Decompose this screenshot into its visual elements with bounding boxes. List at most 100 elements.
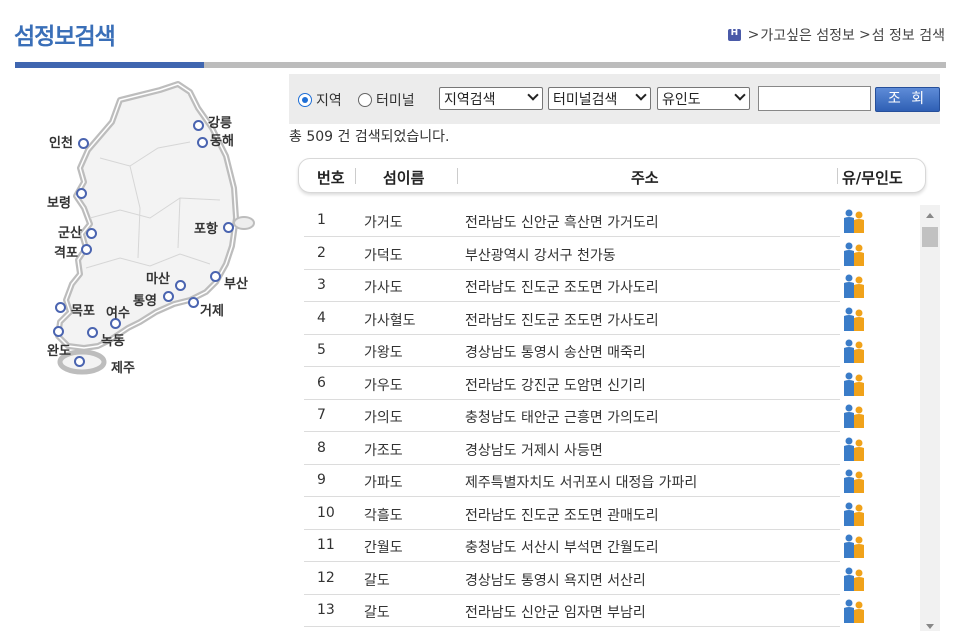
island-name-link[interactable]: 가거도	[364, 212, 403, 232]
region-select[interactable]: 지역검색	[439, 87, 543, 110]
map-label-busan[interactable]: 부산	[224, 273, 248, 292]
island-name-link[interactable]: 갈도	[364, 570, 390, 590]
scroll-down-icon[interactable]	[926, 624, 934, 629]
inhabited-icon	[841, 209, 867, 233]
map-pin-donghae[interactable]	[197, 137, 208, 148]
table-row[interactable]: 6 가우도 전라남도 강진군 도암면 신기리	[304, 368, 840, 400]
inhabited-icon	[841, 534, 867, 558]
scrollbar[interactable]	[920, 205, 940, 631]
map-pin-busan[interactable]	[210, 271, 221, 282]
table-row[interactable]: 7 가의도 충청남도 태안군 근흥면 가의도리	[304, 400, 840, 432]
table-row[interactable]: 10 각흘도 전라남도 진도군 조도면 관매도리	[304, 498, 840, 530]
table-row[interactable]: 4 가사혈도 전라남도 진도군 조도면 가사도리	[304, 303, 840, 335]
inhabited-select[interactable]: 유인도	[657, 87, 750, 110]
map-label-pohang[interactable]: 포항	[194, 218, 218, 237]
home-icon[interactable]	[727, 28, 741, 41]
island-name-link[interactable]: 가사도	[364, 277, 403, 297]
column-divider	[355, 168, 356, 184]
row-number: 2	[317, 244, 326, 261]
map-pin-tongyeong[interactable]	[163, 291, 174, 302]
map-pin-boryeong[interactable]	[76, 188, 87, 199]
island-name-link[interactable]: 가덕도	[364, 245, 403, 265]
map-label-geoje[interactable]: 거제	[200, 300, 224, 319]
row-number: 11	[317, 537, 335, 553]
island-name-link[interactable]: 갈도	[364, 602, 390, 622]
island-address: 경상남도 통영시 욕지면 서산리	[465, 572, 646, 589]
row-number: 8	[317, 439, 326, 456]
map-label-incheon[interactable]: 인천	[49, 132, 73, 151]
result-list[interactable]: 1 가거도 전라남도 신안군 흑산면 가거도리 2 가덕도 부산광역시 강서구 천가동 3 가…	[304, 205, 940, 631]
inhabited-icon	[841, 502, 867, 526]
breadcrumb-item-island-info[interactable]: 가고싶은 섬정보	[760, 25, 855, 45]
table-row[interactable]: 3 가사도 전라남도 진도군 조도면 가사도리	[304, 270, 840, 302]
search-button[interactable]: 조 회	[875, 87, 940, 112]
radio-terminal-dot[interactable]	[358, 93, 372, 107]
map-pin-incheon[interactable]	[78, 138, 89, 149]
table-row[interactable]: 9 가파도 제주특별자치도 서귀포시 대정읍 가파리	[304, 465, 840, 497]
row-number: 12	[317, 569, 335, 586]
island-name-link[interactable]: 가왕도	[364, 342, 403, 362]
table-row[interactable]: 11 간월도 충청남도 서산시 부석면 간월도리	[304, 530, 840, 562]
row-number: 10	[317, 504, 335, 521]
radio-terminal[interactable]: 터미널	[358, 90, 415, 110]
radio-region[interactable]: 지역	[298, 90, 342, 110]
inhabited-icon	[841, 469, 867, 493]
map-pin-jeju[interactable]	[74, 356, 85, 367]
chevron-down-icon	[527, 89, 539, 101]
map-pin-geoje[interactable]	[188, 297, 199, 308]
map-label-yeosu[interactable]: 여수	[106, 302, 130, 321]
map-label-gunsan[interactable]: 군산	[58, 222, 82, 241]
map-pin-masan[interactable]	[175, 280, 186, 291]
island-address: 전라남도 진도군 조도면 가사도리	[465, 312, 659, 329]
table-row[interactable]: 8 가조도 경상남도 거제시 사등면	[304, 433, 840, 465]
island-name-link[interactable]: 간월도	[364, 537, 403, 557]
map-label-masan[interactable]: 마산	[146, 268, 170, 287]
island-name-link[interactable]: 가의도	[364, 407, 403, 427]
keyword-input[interactable]	[758, 86, 871, 111]
scroll-up-icon[interactable]	[926, 213, 934, 218]
map-pin-nokdong[interactable]	[87, 327, 98, 338]
table-row[interactable]: 12 갈도 경상남도 통영시 욕지면 서산리	[304, 563, 840, 595]
island-name-link[interactable]: 가사혈도	[364, 310, 416, 330]
island-name-link[interactable]: 가우도	[364, 375, 403, 395]
row-number: 1	[317, 212, 326, 228]
radio-region-dot[interactable]	[298, 93, 312, 107]
map-label-boryeong[interactable]: 보령	[47, 192, 71, 211]
map-label-jeju[interactable]: 제주	[111, 357, 135, 376]
column-divider	[457, 168, 458, 184]
map-pin-mokpo[interactable]	[55, 302, 66, 313]
inhabited-select-value: 유인도	[662, 92, 701, 108]
scroll-thumb[interactable]	[922, 227, 938, 247]
map-pin-pohang[interactable]	[223, 222, 234, 233]
radio-terminal-label[interactable]: 터미널	[376, 90, 415, 110]
table-row[interactable]: 2 가덕도 부산광역시 강서구 천가동	[304, 238, 840, 270]
island-address: 충청남도 서산시 부석면 간월도리	[465, 540, 659, 556]
map-pin-gunsan[interactable]	[86, 228, 97, 239]
island-name-link[interactable]: 가파도	[364, 472, 403, 492]
page-title: 섬정보검색	[14, 24, 116, 50]
map-label-gangneung[interactable]: 강릉	[208, 112, 232, 131]
island-name-link[interactable]: 각흘도	[364, 505, 403, 525]
row-number: 7	[317, 407, 326, 423]
map-pin-wando[interactable]	[53, 326, 64, 337]
map-label-tongyeong[interactable]: 통영	[133, 290, 157, 309]
column-header-type: 유/무인도	[842, 169, 903, 187]
map-pin-gyeokpo[interactable]	[81, 244, 92, 255]
island-address: 부산광역시 강서구 천가동	[465, 247, 616, 264]
table-row[interactable]: 13 갈도 전라남도 신안군 임자면 부남리	[304, 595, 840, 627]
map-label-nokdong[interactable]: 녹동	[101, 330, 125, 349]
island-name-link[interactable]: 가조도	[364, 440, 403, 460]
table-row[interactable]: 1 가거도 전라남도 신안군 흑산면 가거도리	[304, 205, 840, 237]
terminal-select[interactable]: 터미널검색	[548, 87, 651, 110]
map-label-mokpo[interactable]: 목포	[71, 300, 95, 319]
map-label-gyeokpo[interactable]: 격포	[54, 242, 78, 261]
map-label-donghae[interactable]: 동해	[210, 130, 234, 149]
table-row[interactable]: 5 가왕도 경상남도 통영시 송산면 매죽리	[304, 335, 840, 367]
island-address: 전라남도 신안군 임자면 부남리	[465, 605, 646, 621]
row-number: 13	[317, 602, 335, 618]
radio-region-label[interactable]: 지역	[316, 90, 342, 110]
inhabited-icon	[841, 242, 867, 266]
island-address: 전라남도 진도군 조도면 가사도리	[465, 280, 659, 296]
map-pin-gangneung[interactable]	[193, 120, 204, 131]
map-label-wando[interactable]: 완도	[47, 340, 71, 359]
